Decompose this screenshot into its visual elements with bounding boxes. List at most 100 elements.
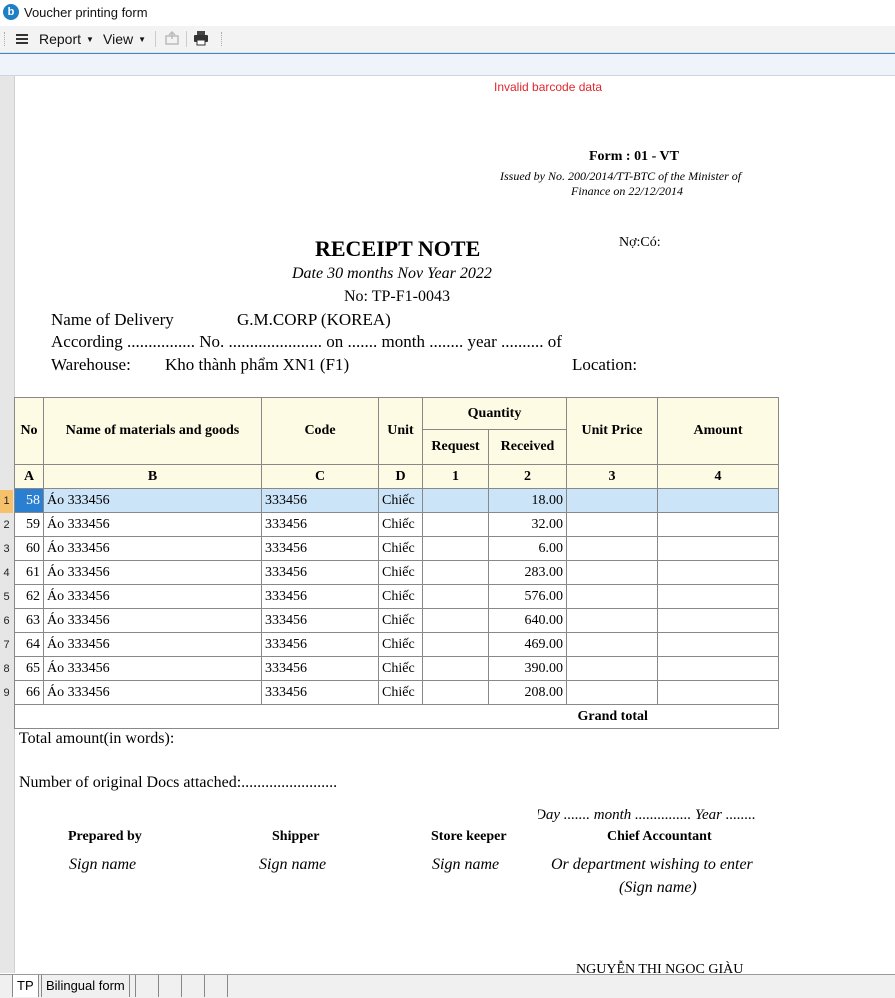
cell-received[interactable]: 18.00 [488,488,567,513]
cell-code[interactable]: 333456 [261,608,379,633]
cell-code[interactable]: 333456 [261,680,379,705]
cell-no[interactable]: 60 [14,536,44,561]
cell-no[interactable]: 59 [14,512,44,537]
table-row[interactable]: 65 Áo 333456 333456 Chiếc 390.00 [14,656,779,681]
cell-price[interactable] [566,560,658,585]
tab-empty[interactable] [181,975,205,997]
cell-amount[interactable] [657,536,779,561]
table-row[interactable]: 62 Áo 333456 333456 Chiếc 576.00 [14,584,779,609]
cell-request[interactable] [422,632,489,657]
row-index[interactable]: 2 [0,514,13,537]
table-row[interactable]: 66 Áo 333456 333456 Chiếc 208.00 [14,680,779,705]
cell-received[interactable]: 390.00 [488,656,567,681]
cell-received[interactable]: 283.00 [488,560,567,585]
cell-no[interactable]: 64 [14,632,44,657]
cell-request[interactable] [422,512,489,537]
cell-received[interactable]: 576.00 [488,584,567,609]
cell-name[interactable]: Áo 333456 [43,584,262,609]
row-index[interactable]: 1 [0,490,13,513]
cell-unit[interactable]: Chiếc [378,536,423,561]
cell-unit[interactable]: Chiếc [378,488,423,513]
cell-received[interactable]: 6.00 [488,536,567,561]
row-index[interactable]: 7 [0,634,13,657]
cell-code[interactable]: 333456 [261,656,379,681]
table-row[interactable]: 61 Áo 333456 333456 Chiếc 283.00 [14,560,779,585]
cell-code[interactable]: 333456 [261,488,379,513]
row-index[interactable]: 4 [0,562,13,585]
cell-no[interactable]: 58 [14,488,44,513]
cell-no[interactable]: 66 [14,680,44,705]
cell-no[interactable]: 62 [14,584,44,609]
report-menu[interactable]: Report ▼ [39,30,94,48]
cell-unit[interactable]: Chiếc [378,632,423,657]
cell-received[interactable]: 208.00 [488,680,567,705]
export-icon[interactable] [164,30,180,48]
view-menu[interactable]: View ▼ [103,30,146,48]
cell-request[interactable] [422,560,489,585]
cell-unit[interactable]: Chiếc [378,512,423,537]
cell-price[interactable] [566,656,658,681]
cell-amount[interactable] [657,656,779,681]
cell-code[interactable]: 333456 [261,512,379,537]
row-index[interactable]: 6 [0,610,13,633]
cell-price[interactable] [566,608,658,633]
cell-request[interactable] [422,608,489,633]
cell-code[interactable]: 333456 [261,536,379,561]
cell-price[interactable] [566,632,658,657]
table-row[interactable]: 64 Áo 333456 333456 Chiếc 469.00 [14,632,779,657]
cell-amount[interactable] [657,488,779,513]
cell-name[interactable]: Áo 333456 [43,656,262,681]
toolbar-grip-icon[interactable] [221,32,224,46]
cell-amount[interactable] [657,584,779,609]
cell-unit[interactable]: Chiếc [378,584,423,609]
tab-empty[interactable] [204,975,228,997]
row-index[interactable]: 9 [0,682,13,705]
cell-amount[interactable] [657,608,779,633]
row-index[interactable]: 5 [0,586,13,609]
cell-price[interactable] [566,512,658,537]
table-row[interactable]: 60 Áo 333456 333456 Chiếc 6.00 [14,536,779,561]
cell-received[interactable]: 32.00 [488,512,567,537]
cell-amount[interactable] [657,512,779,537]
tab-empty[interactable] [158,975,182,997]
cell-unit[interactable]: Chiếc [378,656,423,681]
tab-bilingual-form[interactable]: Bilingual form [41,975,130,997]
cell-request[interactable] [422,584,489,609]
cell-received[interactable]: 640.00 [488,608,567,633]
row-index[interactable]: 8 [0,658,13,681]
hamburger-menu-icon[interactable] [16,30,28,48]
table-row[interactable]: 59 Áo 333456 333456 Chiếc 32.00 [14,512,779,537]
cell-amount[interactable] [657,632,779,657]
cell-unit[interactable]: Chiếc [378,608,423,633]
cell-received[interactable]: 469.00 [488,632,567,657]
cell-unit[interactable]: Chiếc [378,560,423,585]
cell-unit[interactable]: Chiếc [378,680,423,705]
cell-name[interactable]: Áo 333456 [43,536,262,561]
cell-request[interactable] [422,536,489,561]
cell-name[interactable]: Áo 333456 [43,680,262,705]
table-row[interactable]: 63 Áo 333456 333456 Chiếc 640.00 [14,608,779,633]
cell-no[interactable]: 61 [14,560,44,585]
cell-request[interactable] [422,656,489,681]
cell-price[interactable] [566,680,658,705]
cell-name[interactable]: Áo 333456 [43,560,262,585]
cell-name[interactable]: Áo 333456 [43,608,262,633]
cell-name[interactable]: Áo 333456 [43,632,262,657]
cell-amount[interactable] [657,560,779,585]
cell-name[interactable]: Áo 333456 [43,488,262,513]
toolbar-grip-icon[interactable] [4,32,7,46]
table-row[interactable]: 58 Áo 333456 333456 Chiếc 18.00 [14,488,779,513]
cell-request[interactable] [422,488,489,513]
row-index[interactable]: 3 [0,538,13,561]
cell-code[interactable]: 333456 [261,584,379,609]
cell-no[interactable]: 65 [14,656,44,681]
cell-name[interactable]: Áo 333456 [43,512,262,537]
cell-price[interactable] [566,536,658,561]
tab-empty[interactable] [135,975,159,997]
cell-amount[interactable] [657,680,779,705]
cell-no[interactable]: 63 [14,608,44,633]
cell-code[interactable]: 333456 [261,632,379,657]
cell-request[interactable] [422,680,489,705]
cell-code[interactable]: 333456 [261,560,379,585]
cell-price[interactable] [566,584,658,609]
